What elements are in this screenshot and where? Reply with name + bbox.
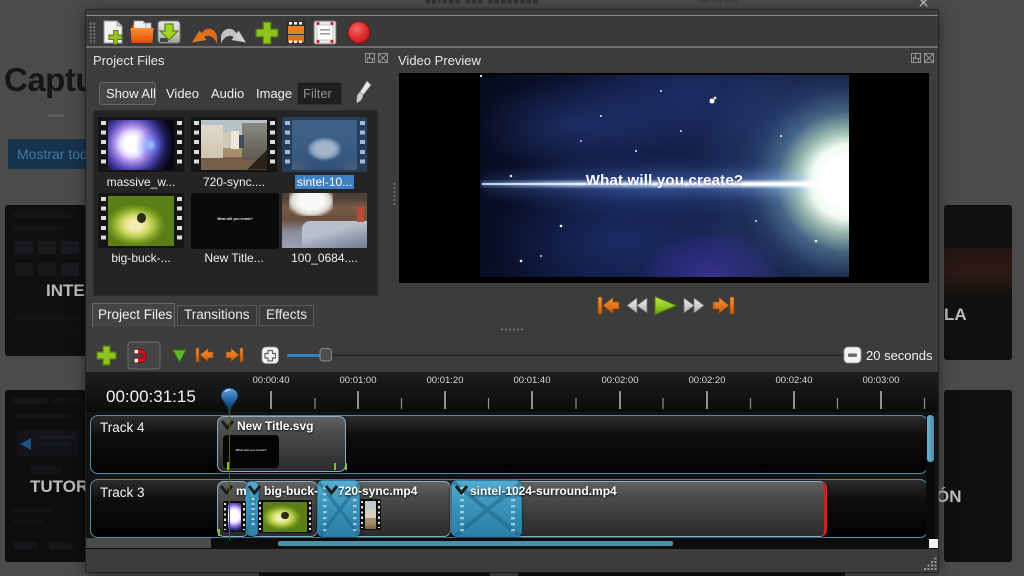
- svg-text:00:00:40: 00:00:40: [253, 375, 290, 386]
- svg-text:00:02:20: 00:02:20: [689, 375, 726, 386]
- svg-text:00:01:40: 00:01:40: [514, 375, 551, 386]
- svg-text:00:02:40: 00:02:40: [776, 375, 813, 386]
- svg-text:00:02:00: 00:02:00: [602, 375, 639, 386]
- svg-text:00:01:20: 00:01:20: [427, 375, 464, 386]
- svg-text:00:01:00: 00:01:00: [340, 375, 377, 386]
- svg-text:00:03:00: 00:03:00: [863, 375, 900, 386]
